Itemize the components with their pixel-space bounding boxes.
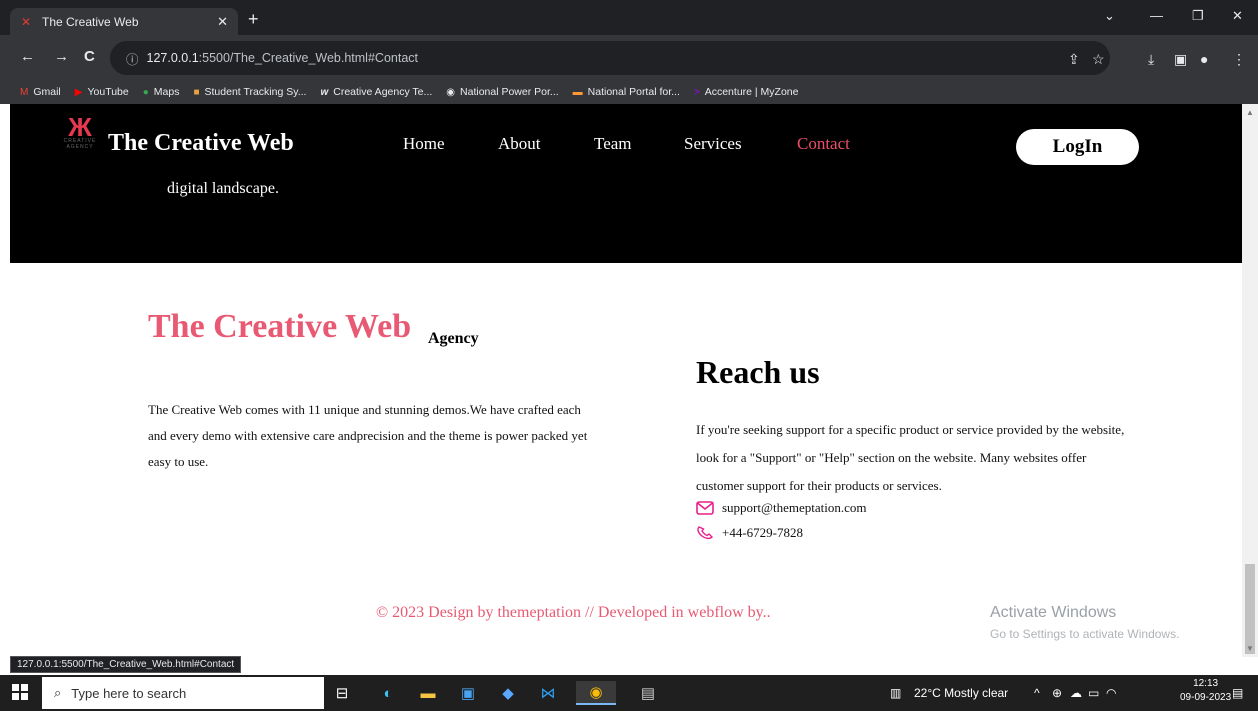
weather-icon: ▥: [890, 686, 902, 700]
cloud-icon[interactable]: ☁: [1070, 686, 1082, 700]
clock-date: 09-09-2023: [1180, 692, 1232, 703]
bookmarks-bar: M Gmail ▶ YouTube ● Maps ■ Student Tracking …: [0, 80, 1258, 104]
tab-title: The Creative Web: [42, 14, 139, 29]
search-icon: ⌕: [54, 685, 62, 700]
email-text: support@themeptation.com: [722, 500, 867, 515]
taskbar-search[interactable]: ⌕ Type here to search: [42, 677, 324, 709]
nav-home[interactable]: Home: [403, 134, 445, 154]
hero-tagline: digital landscape.: [167, 180, 279, 197]
minimize-icon[interactable]: —: [1150, 8, 1163, 23]
back-icon[interactable]: ←: [20, 48, 35, 65]
wifi-icon[interactable]: ◠: [1106, 686, 1116, 700]
chrome-icon[interactable]: ◉: [576, 681, 616, 705]
windows-start-icon[interactable]: [12, 684, 28, 700]
menu-icon[interactable]: ⋮: [1232, 51, 1246, 68]
notifications-icon[interactable]: ▤: [1232, 686, 1243, 700]
bookmark-creative-agency[interactable]: w Creative Agency Te...: [320, 86, 432, 98]
tab-search-icon[interactable]: ⌄: [1104, 8, 1115, 24]
windows-taskbar: ⌕ Type here to search ⊟ ◐ ▬ ▣ ◆ ⋈ ◉ ▤ ▥ …: [0, 675, 1258, 711]
file-explorer-icon[interactable]: ▬: [416, 681, 440, 705]
reach-us-description: If you're seeking support for a specific…: [696, 422, 1125, 493]
close-window-icon[interactable]: ✕: [1232, 8, 1243, 24]
share-icon[interactable]: ⇪: [1068, 51, 1080, 68]
contact-phone[interactable]: +44-6729-7828: [696, 525, 803, 541]
agency-subtitle: Agency: [428, 330, 479, 347]
favicon-icon: ✕: [20, 14, 32, 29]
close-tab-icon[interactable]: ✕: [217, 14, 228, 30]
flag-icon: ▬: [572, 86, 583, 98]
sidepanel-icon[interactable]: ▣: [1174, 51, 1187, 68]
brand-name: The Creative Web: [108, 130, 294, 156]
scroll-down-icon[interactable]: ▼: [1246, 644, 1254, 653]
site-logo[interactable]: Ж CREATIVE AGENCY: [60, 112, 100, 150]
battery-icon[interactable]: ▭: [1088, 686, 1099, 700]
edge-icon[interactable]: ◐: [376, 681, 400, 705]
url-path: :5500/The_Creative_Web.html#Contact: [198, 51, 418, 65]
weather-text[interactable]: 22°C Mostly clear: [914, 686, 1008, 700]
footer-credit: © 2023 Design by themeptation // Develop…: [376, 604, 771, 621]
browser-tab[interactable]: ✕ The Creative Web ✕: [10, 8, 238, 35]
gmail-icon: M: [20, 86, 29, 98]
contact-email[interactable]: support@themeptation.com: [696, 500, 866, 516]
tab-strip: ✕ The Creative Web ✕ + ⌄ — ❐ ✕: [0, 0, 1258, 35]
bookmark-accenture[interactable]: > Accenture | MyZone: [694, 86, 799, 98]
site-header: Ж CREATIVE AGENCY The Creative Web Home …: [10, 104, 1242, 263]
vscode-icon[interactable]: ⋈: [536, 681, 560, 705]
new-tab-icon[interactable]: +: [248, 9, 259, 30]
tray-chevron-icon[interactable]: ^: [1034, 686, 1040, 700]
logo-sub: CREATIVE AGENCY: [63, 138, 97, 150]
forward-icon[interactable]: →: [54, 48, 69, 65]
bookmark-national-portal[interactable]: ▬ National Portal for...: [573, 86, 680, 98]
accenture-icon: >: [693, 86, 700, 98]
youtube-icon: ▶: [74, 86, 83, 98]
task-view-icon[interactable]: ⊟: [330, 681, 354, 705]
login-button[interactable]: LogIn: [1016, 129, 1139, 165]
bookmark-national-power[interactable]: ◉ National Power Por...: [446, 86, 558, 98]
notepad-icon[interactable]: ▤: [636, 681, 660, 705]
bookmark-student-tracking[interactable]: ■ Student Tracking Sy...: [193, 86, 306, 98]
agency-description: The Creative Web comes with 11 unique an…: [148, 402, 588, 469]
reload-icon[interactable]: C: [84, 48, 95, 65]
search-placeholder: Type here to search: [71, 685, 187, 701]
nav-team[interactable]: Team: [594, 134, 632, 154]
reach-us-heading: Reach us: [696, 354, 820, 390]
address-bar[interactable]: ⓘ 127.0.0.1 :5500/The_Creative_Web.html#…: [110, 41, 1110, 75]
nav-services[interactable]: Services: [684, 134, 742, 154]
clock-time: 12:13: [1193, 678, 1219, 689]
scroll-up-icon[interactable]: ▲: [1246, 108, 1254, 117]
bookmark-gmail[interactable]: M Gmail: [20, 86, 61, 98]
logo-mark-icon: Ж: [68, 112, 92, 142]
nav-contact[interactable]: Contact: [797, 134, 850, 154]
bookmark-star-icon[interactable]: ☆: [1092, 51, 1105, 68]
bookmark-maps[interactable]: ● Maps: [143, 86, 180, 98]
scrollbar-thumb[interactable]: [1245, 564, 1255, 654]
page-scrollbar[interactable]: ▲ ▼: [1242, 104, 1258, 657]
maximize-icon[interactable]: ❐: [1192, 8, 1204, 24]
system-clock[interactable]: 12:13 09-09-2023: [1180, 677, 1231, 705]
w-icon: w: [320, 86, 329, 98]
phone-text: +44-6729-7828: [722, 525, 803, 540]
mail-icon: [696, 501, 714, 515]
status-bubble: 127.0.0.1:5500/The_Creative_Web.html#Con…: [10, 656, 242, 673]
activate-windows-title: Activate Windows: [990, 604, 1117, 621]
bookmark-youtube[interactable]: ▶ YouTube: [75, 86, 129, 98]
store-icon[interactable]: ▣: [456, 681, 480, 705]
maps-icon: ●: [142, 86, 149, 98]
phone-icon: [697, 526, 713, 540]
activate-windows-hint: Go to Settings to activate Windows.: [990, 627, 1180, 641]
download-icon[interactable]: ⤓: [1148, 51, 1154, 68]
page-viewport: Ж CREATIVE AGENCY The Creative Web Home …: [0, 104, 1242, 657]
site-info-icon[interactable]: ⓘ: [126, 49, 139, 68]
app-icon[interactable]: ◆: [496, 681, 520, 705]
url-host: 127.0.0.1: [146, 51, 199, 65]
nav-about[interactable]: About: [498, 134, 541, 154]
student-tracking-icon: ■: [193, 86, 200, 98]
profile-avatar[interactable]: ●: [1200, 51, 1208, 67]
globe-icon: ◉: [446, 86, 456, 98]
meet-icon[interactable]: ⊕: [1052, 686, 1062, 700]
agency-title: The Creative Web: [148, 308, 412, 345]
